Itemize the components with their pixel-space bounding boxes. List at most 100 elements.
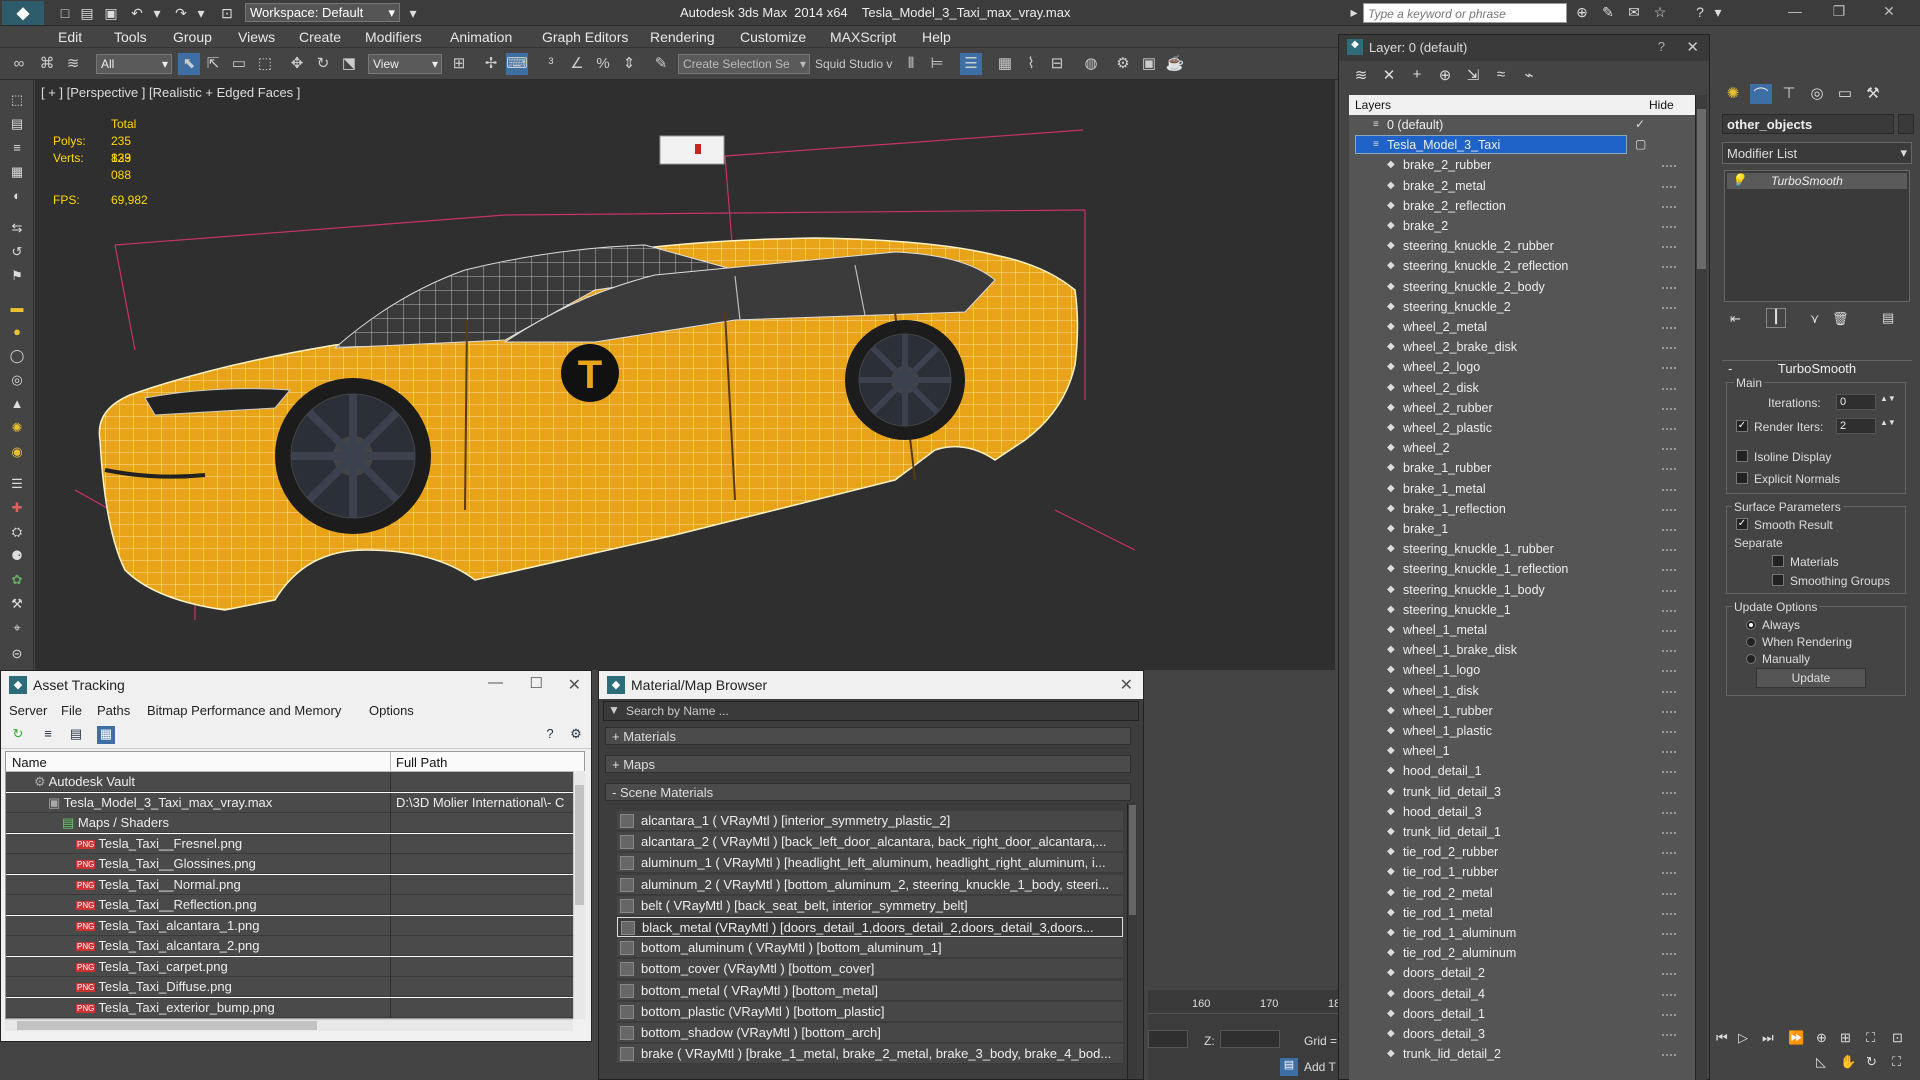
favorites-star-icon[interactable]: ☆: [1650, 4, 1670, 22]
active-layer-check-icon[interactable]: ✓: [1635, 117, 1645, 131]
object-row[interactable]: ◆ trunk_lid_detail_2: [1349, 1044, 1689, 1064]
snaps-toggle-icon[interactable]: ³: [540, 53, 562, 75]
hide-toggle[interactable]: [1662, 832, 1676, 834]
hide-toggle[interactable]: [1662, 609, 1676, 612]
object-color-swatch[interactable]: [1898, 114, 1914, 134]
object-row[interactable]: ◆ steering_knuckle_1_rubber: [1349, 539, 1689, 559]
bind-spacewarp-icon[interactable]: ≋: [62, 53, 84, 75]
tool-icon-13[interactable]: ▲: [6, 396, 28, 416]
maximize-viewport-icon[interactable]: ⛶: [1892, 1054, 1901, 1070]
at-menu-file[interactable]: File: [61, 703, 82, 718]
add-to-layer-icon[interactable]: ⊕: [1435, 66, 1455, 86]
play-icon[interactable]: ▷: [1738, 1030, 1748, 1046]
object-row[interactable]: ◆ doors_detail_1: [1349, 1004, 1689, 1024]
tool-icon-5[interactable]: ◐: [6, 188, 28, 208]
undo-icon[interactable]: ↶: [128, 4, 146, 22]
redo-icon[interactable]: ↷: [172, 4, 190, 22]
material-item[interactable]: bottom_metal ( VRayMtl ) [bottom_metal]: [617, 980, 1123, 1001]
help-icon[interactable]: ?: [541, 726, 559, 744]
unlink-icon[interactable]: ⌘: [36, 53, 58, 75]
hide-toggle[interactable]: [1662, 1013, 1676, 1016]
undo-dropdown-icon[interactable]: ▾: [148, 4, 166, 22]
pan-icon[interactable]: ✋: [1840, 1054, 1856, 1070]
asset-row[interactable]: ▣ Tesla_Model_3_Taxi_max_vray.max D:\3D M…: [6, 792, 578, 813]
rotate-icon[interactable]: ↻: [312, 53, 334, 75]
schematic-view-icon[interactable]: ⊟: [1046, 53, 1068, 75]
layer-row[interactable]: ≡ Tesla_Model_3_Taxi ▢: [1349, 135, 1689, 155]
layers-column-label[interactable]: Layers: [1355, 98, 1391, 112]
field-of-view-icon[interactable]: ◺: [1816, 1054, 1826, 1070]
scrollbar-thumb[interactable]: [1129, 805, 1136, 915]
minimize-icon[interactable]: —: [488, 674, 503, 691]
select-in-layer-icon[interactable]: ⇲: [1463, 66, 1483, 86]
menu-tools[interactable]: Tools: [114, 29, 147, 45]
help-dropdown-icon[interactable]: ▾: [1708, 4, 1728, 22]
stack-item-turbosmooth[interactable]: 💡 TurboSmooth: [1727, 173, 1907, 189]
rendered-frame-window-icon[interactable]: ▣: [1138, 53, 1160, 75]
zoom-extents-icon[interactable]: ⛶: [1866, 1030, 1875, 1046]
update-button[interactable]: Update: [1756, 668, 1866, 688]
close-icon[interactable]: ✕: [1686, 38, 1699, 56]
object-row[interactable]: ◆ wheel_1_metal: [1349, 620, 1689, 640]
object-row[interactable]: ◆ wheel_1_brake_disk: [1349, 640, 1689, 660]
asset-row[interactable]: PNG Tesla_Taxi_alcantara_1.png: [6, 915, 578, 936]
hide-toggle[interactable]: [1662, 327, 1676, 329]
update-when-rendering-radio[interactable]: [1746, 637, 1756, 647]
last-frame-icon[interactable]: ⏩: [1788, 1030, 1804, 1046]
hide-toggle[interactable]: [1662, 569, 1676, 572]
link-icon[interactable]: ∞: [8, 53, 30, 75]
at-menu-options[interactable]: Options: [369, 703, 414, 718]
object-name-field[interactable]: other_objects: [1722, 114, 1894, 134]
tool-icon-1[interactable]: ⬚: [6, 92, 28, 112]
object-row[interactable]: ◆ brake_1: [1349, 519, 1689, 539]
turbosmooth-rollout-header[interactable]: - TurboSmooth: [1722, 360, 1912, 376]
hide-toggle[interactable]: [1662, 347, 1676, 350]
asset-grid-scrollbar[interactable]: [573, 771, 585, 1019]
tool-icon-4[interactable]: ▦: [6, 164, 28, 184]
update-manually-radio[interactable]: [1746, 654, 1756, 664]
hide-toggle[interactable]: [1662, 751, 1676, 754]
hide-toggle[interactable]: [1662, 872, 1676, 875]
object-row[interactable]: ◆ steering_knuckle_1_body: [1349, 580, 1689, 600]
app-logo-button[interactable]: ◆: [2, 1, 44, 25]
hide-toggle[interactable]: [1662, 266, 1676, 269]
close-icon[interactable]: ✕: [1120, 675, 1133, 695]
object-row[interactable]: ◆ hood_detail_3: [1349, 802, 1689, 822]
smooth-result-checkbox[interactable]: ✓: [1736, 518, 1748, 530]
curve-editor-icon[interactable]: ⌇: [1020, 53, 1042, 75]
scrollbar-thumb[interactable]: [575, 785, 584, 905]
object-row[interactable]: ◆ wheel_2_disk: [1349, 378, 1689, 398]
named-selection-set-input[interactable]: Create Selection Se ▾: [678, 54, 810, 74]
delete-layer-icon[interactable]: ✕: [1379, 66, 1399, 86]
tool-icon-6[interactable]: ⇆: [6, 220, 28, 240]
binoculars-icon[interactable]: ⊕: [1572, 4, 1592, 22]
open-folder-icon[interactable]: ▤: [78, 4, 96, 22]
material-item[interactable]: aluminum_1 ( VRayMtl ) [headlight_left_a…: [617, 853, 1123, 874]
prev-frame-icon[interactable]: ⏮: [1716, 1030, 1728, 1046]
hide-toggle[interactable]: [1662, 791, 1676, 794]
layer-row[interactable]: ≡ 0 (default) ✓: [1349, 115, 1689, 135]
select-object-icon[interactable]: ⬉: [178, 53, 200, 75]
y-coord-input[interactable]: [1148, 1030, 1188, 1048]
material-item[interactable]: alcantara_1 ( VRayMtl ) [interior_symmet…: [617, 811, 1123, 831]
object-row[interactable]: ◆ steering_knuckle_2_body: [1349, 277, 1689, 297]
object-row[interactable]: ◆ wheel_2_brake_disk: [1349, 337, 1689, 357]
scrollbar-thumb[interactable]: [1697, 109, 1706, 269]
menu-customize[interactable]: Customize: [740, 29, 806, 45]
object-row[interactable]: ◆ wheel_2_logo: [1349, 357, 1689, 377]
object-row[interactable]: ◆ wheel_2_rubber: [1349, 398, 1689, 418]
material-item[interactable]: bottom_shadow (VRayMtl ) [bottom_arch]: [617, 1023, 1123, 1043]
hide-toggle[interactable]: [1662, 973, 1676, 976]
object-row[interactable]: ◆ tie_rod_2_aluminum: [1349, 943, 1689, 963]
hide-toggle[interactable]: [1662, 993, 1676, 996]
hide-toggle[interactable]: [1662, 1054, 1676, 1057]
render-iters-spinner[interactable]: 2: [1836, 418, 1876, 434]
minimize-window-button[interactable]: —: [1780, 3, 1810, 23]
percent-snap-icon[interactable]: %: [592, 53, 614, 75]
object-row[interactable]: ◆ doors_detail_4: [1349, 984, 1689, 1004]
select-by-name-icon[interactable]: ⇱: [202, 53, 224, 75]
spinner-snap-icon[interactable]: ⇕: [618, 53, 640, 75]
asset-row[interactable]: PNG Tesla_Taxi_alcantara_2.png: [6, 936, 578, 956]
select-manipulate-icon[interactable]: ✢: [480, 53, 502, 75]
object-row[interactable]: ◆ wheel_1_plastic: [1349, 721, 1689, 741]
